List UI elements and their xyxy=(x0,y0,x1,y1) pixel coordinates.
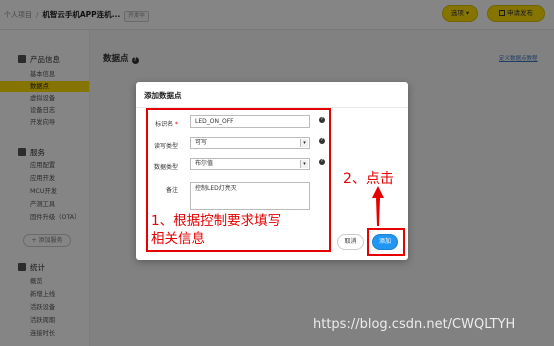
cancel-button[interactable]: 取消 xyxy=(337,234,364,250)
dialog-title: 添加数据点 xyxy=(144,91,182,100)
fill-info-annotation: 1、根据控制要求填写 相关信息 xyxy=(151,213,282,247)
arrow-up-icon xyxy=(372,186,384,226)
add-button-highlight-box xyxy=(367,228,405,256)
watermark-text: https://blog.csdn.net/CWQLTYH xyxy=(313,317,516,332)
